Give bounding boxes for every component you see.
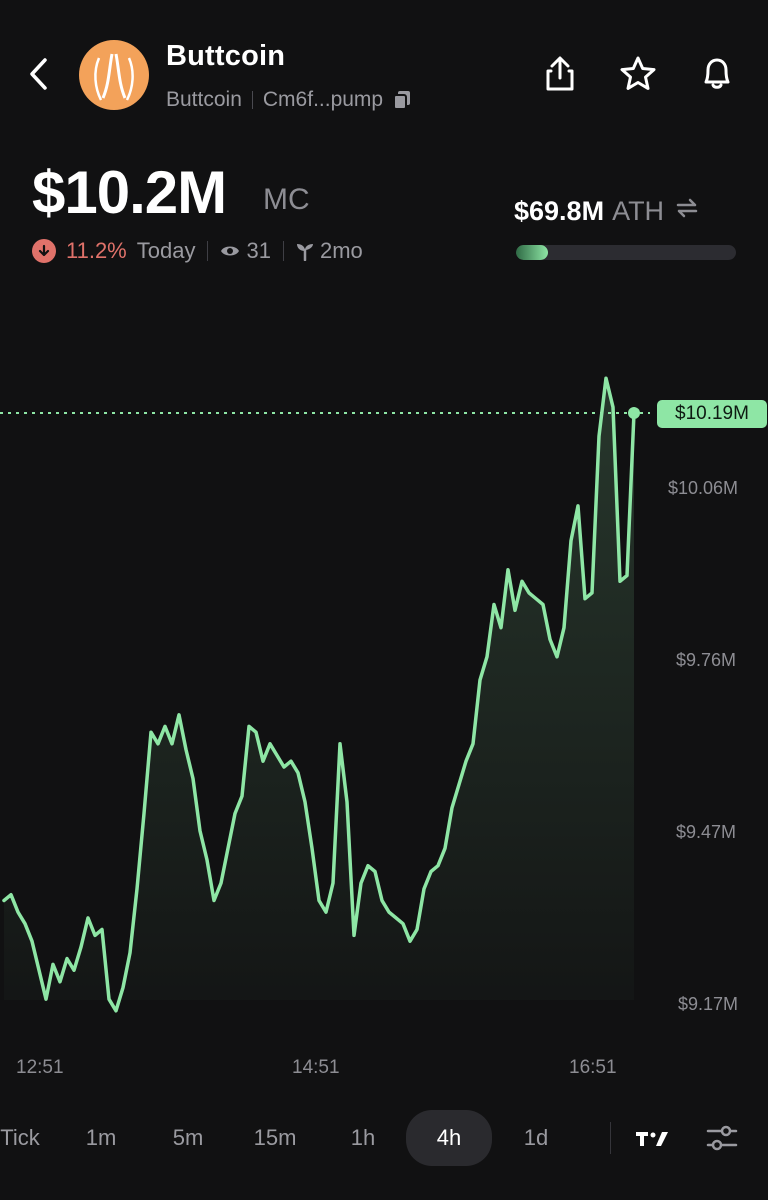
swap-icon[interactable] <box>674 196 700 220</box>
token-age: 2mo <box>319 238 363 263</box>
ath-display[interactable]: $69.8M ATH <box>514 196 700 227</box>
token-avatar <box>79 40 149 110</box>
x-tick-label: 16:51 <box>569 1057 617 1078</box>
token-subline: Buttcoin Cm6f...pump <box>166 88 411 112</box>
y-tick-label: $9.17M <box>678 994 739 1014</box>
timeframe-5m[interactable]: 5m <box>162 1110 214 1166</box>
tradingview-icon <box>636 1132 668 1146</box>
back-button[interactable] <box>18 52 62 96</box>
favorite-button[interactable] <box>618 54 658 94</box>
ath-label: ATH <box>612 196 665 226</box>
timeframe-1m[interactable]: 1m <box>76 1110 126 1166</box>
price-chart[interactable] <box>0 300 768 1080</box>
view-count: 31 <box>246 238 271 263</box>
ath-progress-bar <box>516 245 736 260</box>
y-tick-label: $9.76M <box>676 650 737 670</box>
bell-icon <box>704 58 730 89</box>
chevron-left-icon <box>30 58 47 90</box>
stats-row: 11.2% Today 31 2mo <box>32 238 363 264</box>
timeframe-tick[interactable]: Tick <box>0 1110 48 1166</box>
change-percent: 11.2% <box>66 238 127 263</box>
current-price-tag: $10.19M <box>657 400 767 428</box>
current-price-dot <box>628 407 640 419</box>
share-icon <box>546 56 574 91</box>
chart-settings-button[interactable] <box>702 1118 742 1158</box>
down-arrow-icon <box>32 239 56 263</box>
market-cap-value: $10.2M <box>32 159 227 226</box>
y-tick-label: $9.47M <box>676 822 737 842</box>
star-icon <box>620 56 656 90</box>
eye-icon <box>221 246 240 256</box>
share-button[interactable] <box>540 54 580 94</box>
alerts-button[interactable] <box>697 54 737 94</box>
token-name: Buttcoin <box>166 88 242 111</box>
market-cap-unit: MC <box>263 183 310 216</box>
divider <box>207 241 209 261</box>
tradingview-button[interactable] <box>632 1118 672 1158</box>
x-tick-label: 14:51 <box>292 1057 340 1078</box>
ath-progress-fill <box>516 245 549 260</box>
token-address[interactable]: Cm6f...pump <box>263 88 383 112</box>
timeframe-1d[interactable]: 1d <box>514 1110 558 1166</box>
price-area <box>4 378 634 1011</box>
settings-sliders-icon <box>706 1125 738 1151</box>
sprout-icon <box>296 244 313 261</box>
copy-icon[interactable] <box>393 90 411 110</box>
x-tick-label: 12:51 <box>16 1057 64 1078</box>
y-tick-label: $10.06M <box>668 478 739 498</box>
timeframe-1h[interactable]: 1h <box>340 1110 386 1166</box>
token-title: Buttcoin <box>166 40 286 72</box>
divider <box>282 241 284 261</box>
divider <box>251 91 253 109</box>
timeframe-15m[interactable]: 15m <box>244 1110 306 1166</box>
divider <box>610 1122 611 1154</box>
timeframe-4h[interactable]: 4h <box>406 1110 492 1166</box>
change-period: Today <box>136 238 196 263</box>
ath-value: $69.8M <box>514 196 605 226</box>
